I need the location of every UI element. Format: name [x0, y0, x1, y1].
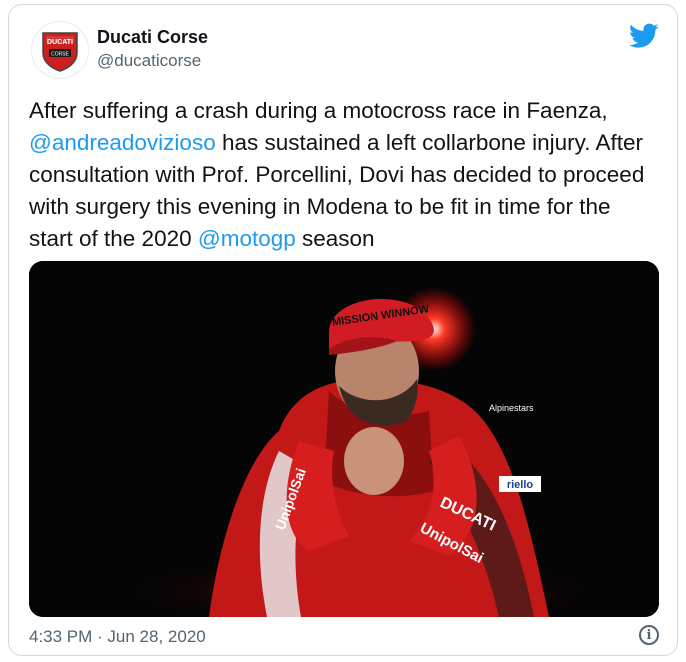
author-name[interactable]: Ducati Corse	[97, 27, 208, 48]
logo-subtext: CORSE	[51, 52, 69, 58]
mention-link-andreadovizioso[interactable]: @andreadovizioso	[29, 130, 216, 155]
sponsor-text: riello	[507, 479, 534, 491]
avatar[interactable]: DUCATI CORSE	[31, 21, 89, 79]
tweet-text: After suffering a crash during a motocro…	[29, 95, 659, 255]
ducati-logo-icon: DUCATI CORSE	[42, 32, 78, 72]
text-segment: season	[295, 226, 375, 251]
sponsor-text: Alpinestars	[489, 403, 534, 413]
mention-link-motogp[interactable]: @motogp	[198, 226, 296, 251]
logo-text: DUCATI	[47, 39, 73, 46]
author-handle[interactable]: @ducaticorse	[97, 51, 201, 71]
rider-photo: MISSION WINNOW UnipolSai DUCATI riello U…	[29, 261, 659, 617]
text-segment: After suffering a crash during a motocro…	[29, 98, 608, 123]
tweet-card[interactable]: DUCATI CORSE Ducati Corse @ducaticorse A…	[8, 4, 678, 656]
twitter-bird-icon[interactable]	[629, 23, 659, 49]
tweet-timestamp[interactable]: 4:33 PM · Jun 28, 2020	[29, 627, 206, 647]
info-icon[interactable]: i	[639, 625, 659, 645]
tweet-photo[interactable]: MISSION WINNOW UnipolSai DUCATI riello U…	[29, 261, 659, 617]
